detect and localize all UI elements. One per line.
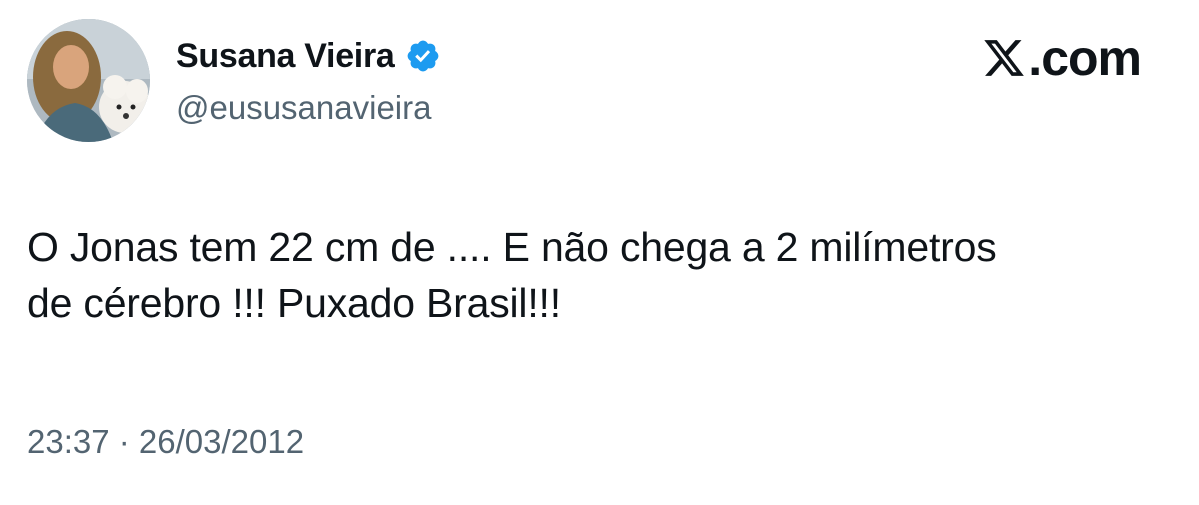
tweet-text-line: de cérebro !!! Puxado Brasil!!! [27, 280, 561, 326]
author-handle[interactable]: @eususanavieira [176, 86, 441, 130]
tweet-card: Susana Vieira @eususanavieira .com O Jon… [0, 0, 1199, 505]
author-name-row: Susana Vieira [176, 34, 441, 78]
tweet-timestamp[interactable]: 23:37 · 26/03/2012 [27, 420, 304, 464]
brand-text: .com [1028, 30, 1142, 86]
tweet-text: O Jonas tem 22 cm de .... E não chega a … [27, 219, 1167, 331]
tweet-text-line: O Jonas tem 22 cm de .... E não chega a … [27, 224, 997, 270]
tweet-date: 26/03/2012 [138, 423, 305, 460]
avatar-image [27, 19, 150, 142]
avatar[interactable] [27, 19, 150, 142]
meta-separator: · [109, 423, 139, 460]
author-display-name[interactable]: Susana Vieira [176, 34, 395, 78]
author-block: Susana Vieira @eususanavieira [176, 34, 441, 130]
x-logo-icon [982, 36, 1026, 80]
verified-badge-icon [405, 38, 441, 74]
tweet-time: 23:37 [27, 423, 110, 460]
brand-watermark: .com [982, 30, 1142, 86]
